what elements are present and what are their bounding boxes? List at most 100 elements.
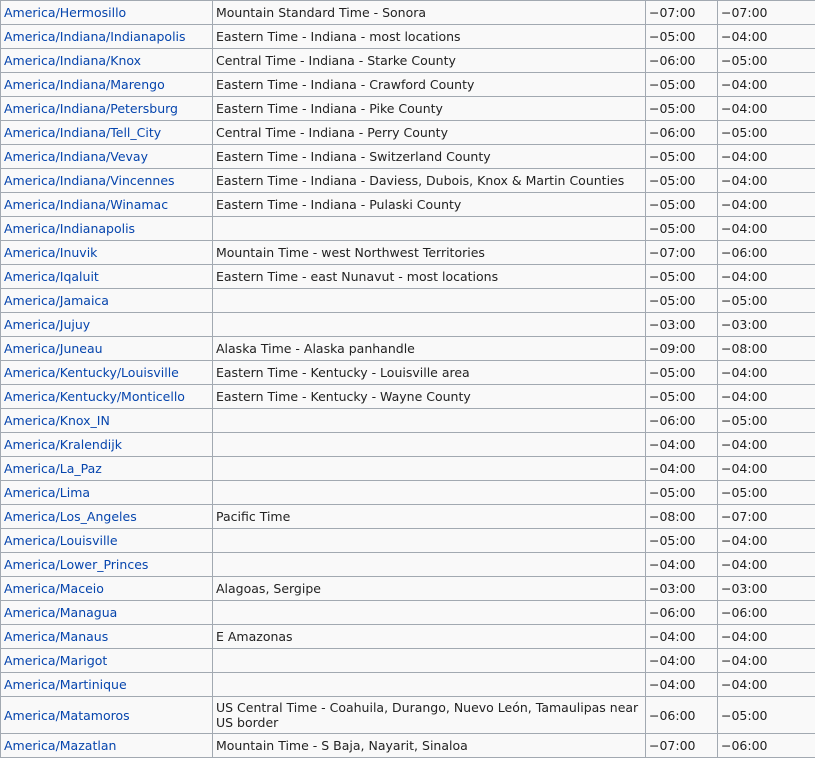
dst-offset: −07:00 <box>717 504 815 529</box>
tz-description <box>212 600 646 625</box>
tz-description: Central Time - Indiana - Perry County <box>212 120 646 145</box>
tz-description: Eastern Time - Kentucky - Wayne County <box>212 384 646 409</box>
tz-name-cell: America/Knox_IN <box>0 408 213 433</box>
dst-offset: −04:00 <box>717 264 815 289</box>
dst-offset: −05:00 <box>717 696 815 734</box>
table-row: America/Matamoros US Central Time - Coahu… <box>0 696 815 734</box>
utc-offset: −05:00 <box>645 24 718 49</box>
utc-offset: −07:00 <box>645 0 718 25</box>
tz-name-cell: America/Managua <box>0 600 213 625</box>
tz-link[interactable]: America/Manaus <box>4 629 108 644</box>
table-row: America/Indiana/Marengo Eastern Time - In… <box>0 72 815 97</box>
tz-name-cell: America/Kralendijk <box>0 432 213 457</box>
tz-link[interactable]: America/Indiana/Petersburg <box>4 101 178 116</box>
tz-name-cell: America/Jujuy <box>0 312 213 337</box>
tz-link[interactable]: America/Lima <box>4 485 90 500</box>
tz-name-cell: America/Manaus <box>0 624 213 649</box>
tz-link[interactable]: America/Indianapolis <box>4 221 135 236</box>
tz-name-cell: America/Jamaica <box>0 288 213 313</box>
table-row: America/Indiana/Winamac Eastern Time - In… <box>0 192 815 217</box>
tz-link[interactable]: America/Hermosillo <box>4 5 126 20</box>
tz-link[interactable]: America/Indiana/Winamac <box>4 197 168 212</box>
tz-name-cell: America/Indiana/Tell_City <box>0 120 213 145</box>
tz-link[interactable]: America/Indiana/Knox <box>4 53 141 68</box>
tz-name-cell: America/Hermosillo <box>0 0 213 25</box>
tz-description: Mountain Time - S Baja, Nayarit, Sinaloa <box>212 733 646 758</box>
utc-offset: −05:00 <box>645 72 718 97</box>
tz-description <box>212 456 646 481</box>
tz-name-cell: America/Indiana/Vincennes <box>0 168 213 193</box>
tz-name-cell: America/Los_Angeles <box>0 504 213 529</box>
table-row: America/La_Paz −04:00 −04:00 <box>0 456 815 481</box>
tz-link[interactable]: America/Indiana/Tell_City <box>4 125 161 140</box>
table-row: America/Manaus E Amazonas −04:00 −04:00 <box>0 624 815 649</box>
table-row: America/Mazatlan Mountain Time - S Baja, … <box>0 733 815 758</box>
tz-link[interactable]: America/Juneau <box>4 341 103 356</box>
dst-offset: −04:00 <box>717 192 815 217</box>
dst-offset: −04:00 <box>717 144 815 169</box>
tz-name-cell: America/Kentucky/Monticello <box>0 384 213 409</box>
tz-name-cell: America/Matamoros <box>0 696 213 734</box>
tz-link[interactable]: America/Martinique <box>4 677 127 692</box>
dst-offset: −04:00 <box>717 528 815 553</box>
timezone-table: America/Hermosillo Mountain Standard Time… <box>0 0 815 758</box>
dst-offset: −03:00 <box>717 312 815 337</box>
table-row: America/Marigot −04:00 −04:00 <box>0 648 815 673</box>
dst-offset: −05:00 <box>717 480 815 505</box>
dst-offset: −07:00 <box>717 0 815 25</box>
tz-name-cell: America/Marigot <box>0 648 213 673</box>
tz-link[interactable]: America/Jamaica <box>4 293 109 308</box>
utc-offset: −05:00 <box>645 384 718 409</box>
tz-description: Eastern Time - Kentucky - Louisville are… <box>212 360 646 385</box>
tz-link[interactable]: America/Marigot <box>4 653 107 668</box>
tz-link[interactable]: America/Knox_IN <box>4 413 110 428</box>
tz-name-cell: America/Indiana/Marengo <box>0 72 213 97</box>
tz-link[interactable]: America/Indiana/Indianapolis <box>4 29 186 44</box>
dst-offset: −04:00 <box>717 168 815 193</box>
tz-link[interactable]: America/Managua <box>4 605 117 620</box>
tz-link[interactable]: America/Maceio <box>4 581 104 596</box>
dst-offset: −04:00 <box>717 432 815 457</box>
tz-link[interactable]: America/Lower_Princes <box>4 557 148 572</box>
tz-link[interactable]: America/Indiana/Vevay <box>4 149 148 164</box>
utc-offset: −06:00 <box>645 120 718 145</box>
dst-offset: −04:00 <box>717 384 815 409</box>
tz-link[interactable]: America/Jujuy <box>4 317 90 332</box>
tz-name-cell: America/Juneau <box>0 336 213 361</box>
tz-description: Eastern Time - Indiana - Daviess, Dubois… <box>212 168 646 193</box>
tz-link[interactable]: America/Kentucky/Monticello <box>4 389 185 404</box>
tz-link[interactable]: America/Iqaluit <box>4 269 99 284</box>
tz-link[interactable]: America/Mazatlan <box>4 738 116 753</box>
tz-link[interactable]: America/Kralendijk <box>4 437 122 452</box>
tz-description: Eastern Time - east Nunavut - most locat… <box>212 264 646 289</box>
tz-link[interactable]: America/Indiana/Marengo <box>4 77 165 92</box>
utc-offset: −04:00 <box>645 672 718 697</box>
tz-name-cell: America/Indiana/Petersburg <box>0 96 213 121</box>
utc-offset: −04:00 <box>645 552 718 577</box>
dst-offset: −04:00 <box>717 456 815 481</box>
tz-name-cell: America/Martinique <box>0 672 213 697</box>
tz-link[interactable]: America/Inuvik <box>4 245 97 260</box>
tz-link[interactable]: America/Louisville <box>4 533 118 548</box>
dst-offset: −05:00 <box>717 48 815 73</box>
utc-offset: −05:00 <box>645 264 718 289</box>
tz-description: Mountain Time - west Northwest Territori… <box>212 240 646 265</box>
tz-link[interactable]: America/La_Paz <box>4 461 102 476</box>
utc-offset: −05:00 <box>645 288 718 313</box>
table-row: America/Martinique −04:00 −04:00 <box>0 672 815 697</box>
tz-description <box>212 408 646 433</box>
dst-offset: −04:00 <box>717 648 815 673</box>
utc-offset: −04:00 <box>645 648 718 673</box>
tz-link[interactable]: America/Kentucky/Louisville <box>4 365 179 380</box>
tz-link[interactable]: America/Indiana/Vincennes <box>4 173 175 188</box>
tz-description: US Central Time - Coahuila, Durango, Nue… <box>212 696 646 734</box>
tz-description <box>212 528 646 553</box>
tz-link[interactable]: America/Matamoros <box>4 708 130 723</box>
table-row: America/Indiana/Knox Central Time - India… <box>0 48 815 73</box>
tz-name-cell: America/Mazatlan <box>0 733 213 758</box>
tz-link[interactable]: America/Los_Angeles <box>4 509 137 524</box>
dst-offset: −08:00 <box>717 336 815 361</box>
tz-description: E Amazonas <box>212 624 646 649</box>
utc-offset: −07:00 <box>645 240 718 265</box>
tz-description: Eastern Time - Indiana - Pike County <box>212 96 646 121</box>
